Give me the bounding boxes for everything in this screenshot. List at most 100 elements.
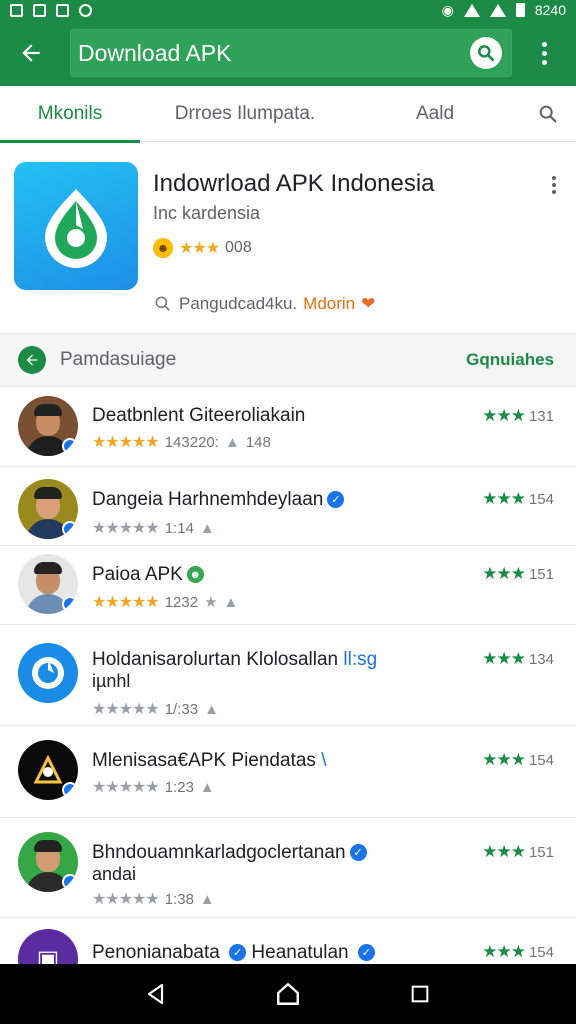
app-logo-icon: ▣ bbox=[36, 945, 60, 965]
heart-icon[interactable]: ❤ bbox=[361, 294, 375, 314]
item-count: 1232 bbox=[164, 593, 199, 611]
item-name: Penonianabata ✓ Heanatulan ✓ bbox=[92, 942, 375, 964]
pin-icon: ▲ bbox=[204, 700, 219, 718]
verified-badge-icon bbox=[62, 596, 78, 612]
item-right-count: 131 bbox=[528, 407, 554, 425]
tab-drroes[interactable]: Drroes Ilumpata. bbox=[140, 86, 350, 142]
arrow-left-icon bbox=[26, 354, 38, 366]
avatar: ▣ bbox=[18, 929, 78, 964]
signal-icon bbox=[489, 3, 506, 17]
item-right-count: 134 bbox=[528, 650, 554, 668]
tab-search-button[interactable] bbox=[520, 86, 576, 142]
avatar bbox=[18, 832, 78, 892]
item-name-line2: iµnhl bbox=[92, 671, 131, 691]
app-logo-icon bbox=[33, 754, 63, 784]
list-item[interactable]: Dangeia Harhnemhdeylaan ✓ ★★★★★ 1:14 ▲ ★★… bbox=[0, 467, 576, 546]
list-item[interactable]: Mlenisasa€APK Piendatas \ ★★★★★ 1:23 ▲ ★… bbox=[0, 726, 576, 818]
item-right-count: 154 bbox=[528, 751, 554, 769]
search-icon bbox=[478, 45, 494, 62]
rating-stars: ★★★ bbox=[482, 406, 526, 425]
app-more-button[interactable] bbox=[552, 176, 556, 194]
nav-recents-button[interactable] bbox=[400, 974, 440, 1014]
rating-stars: ★★★ bbox=[482, 649, 526, 668]
list-item[interactable]: ▣ Penonianabata ✓ Heanatulan ✓ ★★★ 154 bbox=[0, 918, 576, 964]
item-right-count: 151 bbox=[528, 843, 554, 861]
verified-badge-icon: ✓ bbox=[229, 944, 247, 962]
item-name: Dangeia Harhnemhdeylaan ✓ bbox=[92, 489, 345, 511]
notification-icon bbox=[10, 3, 23, 17]
tab-aald[interactable]: Aald bbox=[350, 86, 520, 142]
rating-stars: ★★★★★ bbox=[92, 594, 160, 611]
app-icon[interactable] bbox=[14, 162, 138, 290]
item-stats: ★★★★★ 1:38 ▲ bbox=[92, 889, 215, 909]
developer-link[interactable]: Mdorin bbox=[303, 294, 355, 314]
item-stats: ★★★★★ 143220: ▲ 148 bbox=[92, 432, 271, 452]
item-extra: 148 bbox=[245, 433, 271, 451]
rating-stars: ★★★ bbox=[482, 942, 526, 961]
wifi-icon bbox=[463, 3, 480, 17]
item-right-count: 151 bbox=[528, 565, 554, 583]
item-name: Holdanisarolurtan Klolosallan ll:sg bbox=[92, 649, 378, 670]
overflow-menu-button[interactable] bbox=[512, 20, 576, 86]
pin-icon: ▲ bbox=[199, 778, 215, 796]
nav-back-button[interactable] bbox=[136, 974, 176, 1014]
app-title: Indowrload APK Indonesia bbox=[153, 170, 435, 197]
battery-icon bbox=[515, 3, 525, 17]
avatar bbox=[18, 479, 78, 539]
item-name: Deatbnlent Giteeroliakain bbox=[92, 405, 306, 426]
list-item[interactable]: Deatbnlent Giteeroliakain ★★★★★ 143220: … bbox=[0, 388, 576, 467]
item-right-rating: ★★★ 151 bbox=[482, 564, 554, 584]
item-stats: ★★★★★ 1232 ★ ▲ bbox=[92, 592, 238, 612]
item-count: 1:38 bbox=[164, 890, 194, 908]
app-list: Deatbnlent Giteeroliakain ★★★★★ 143220: … bbox=[0, 388, 576, 964]
arrow-left-icon bbox=[22, 44, 40, 62]
more-vert-icon bbox=[541, 41, 547, 65]
notification-icon bbox=[56, 3, 69, 17]
rating-stars: ★★★ bbox=[482, 564, 526, 583]
app-meta-text: Pangudcad4ku. bbox=[179, 294, 298, 313]
rating-stars: ★★★ bbox=[482, 489, 526, 508]
item-right-rating: ★★★ 151 bbox=[482, 842, 554, 862]
rating-stars: ★★★★★ bbox=[92, 779, 160, 796]
list-item[interactable]: Bhndouamnkarladgoclertanan ✓ andai ★★★★★ … bbox=[0, 818, 576, 918]
status-time: 8240 bbox=[534, 2, 566, 18]
rating-stars: ★★★ bbox=[179, 240, 220, 257]
section-back-button[interactable] bbox=[18, 346, 46, 374]
avatar bbox=[18, 554, 78, 614]
app-header-card: Indowrload APK Indonesia Inc kardensia ☻… bbox=[0, 150, 576, 332]
search-icon bbox=[539, 105, 557, 122]
item-stats: ★★★★★ 1:14 ▲ bbox=[92, 518, 215, 538]
back-button[interactable] bbox=[0, 20, 62, 86]
item-name: Bhndouamnkarladgoclertanan ✓ bbox=[92, 842, 367, 864]
avatar bbox=[18, 740, 78, 800]
search-button[interactable] bbox=[470, 37, 502, 69]
verified-badge-icon bbox=[62, 874, 78, 890]
alarm-icon: ◉ bbox=[441, 1, 454, 18]
pin-icon: ▲ bbox=[223, 593, 239, 611]
item-count: 143220: bbox=[164, 433, 219, 451]
item-right-rating: ★★★ 154 bbox=[482, 489, 554, 509]
app-subtitle: Inc kardensia bbox=[153, 203, 261, 223]
app-meta: Pangudcad4ku. Mdorin ❤ bbox=[153, 294, 375, 314]
star-icon: ★ bbox=[204, 594, 218, 611]
verified-badge-icon bbox=[62, 438, 78, 454]
section-action-link[interactable]: Gqnuiahes bbox=[466, 350, 554, 370]
item-right-rating: ★★★ 154 bbox=[482, 942, 554, 962]
rating-stars: ★★★★★ bbox=[92, 891, 160, 908]
verified-badge-icon: ☻ bbox=[186, 566, 204, 584]
smiley-icon: ☻ bbox=[153, 238, 173, 258]
search-input[interactable]: Download APK bbox=[70, 29, 512, 77]
verified-badge-icon: ✓ bbox=[349, 844, 367, 862]
list-item[interactable]: Holdanisarolurtan Klolosallan ll:sg iµnh… bbox=[0, 625, 576, 726]
recents-square-icon bbox=[411, 985, 429, 1003]
app-logo-icon bbox=[32, 657, 64, 689]
item-right-count: 154 bbox=[528, 490, 554, 508]
tab-mkonils[interactable]: Mkonils bbox=[0, 86, 140, 143]
list-item[interactable]: Paioa APK ☻ ★★★★★ 1232 ★ ▲ ★★★ 151 bbox=[0, 546, 576, 625]
rating-stars: ★★★★★ bbox=[92, 520, 160, 537]
nav-home-button[interactable] bbox=[268, 974, 308, 1014]
rating-stars: ★★★★★ bbox=[92, 701, 160, 718]
item-name-line2: andai bbox=[92, 864, 137, 884]
notification-icon bbox=[33, 3, 46, 17]
home-icon bbox=[277, 983, 299, 1005]
